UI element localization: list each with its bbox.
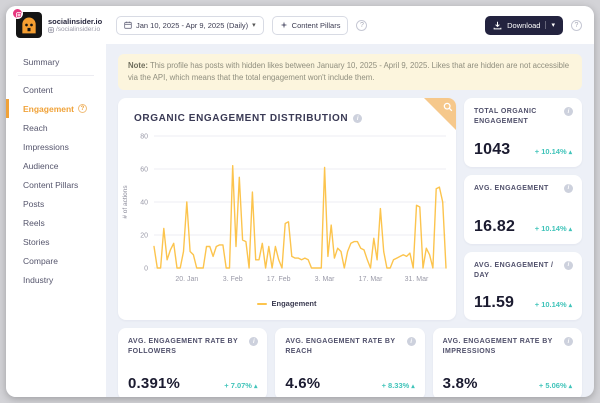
note-text: This profile has posts with hidden likes… xyxy=(128,61,570,83)
svg-text:20. Jan: 20. Jan xyxy=(175,276,198,283)
legend-label: Engagement xyxy=(271,299,317,309)
svg-text:3. Feb: 3. Feb xyxy=(223,276,243,283)
sidebar-item-engagement[interactable]: Engagement ? xyxy=(6,99,106,118)
sidebar-item-summary[interactable]: Summary xyxy=(6,52,106,71)
info-icon[interactable]: i xyxy=(564,183,573,193)
stat-card-avg-engagement: AVG. ENGAGEMENT i 16.82 + 10.14% ▴ xyxy=(464,174,582,244)
svg-text:17. Feb: 17. Feb xyxy=(267,276,291,283)
stat-value: 11.59 xyxy=(474,294,515,312)
chart-zoom-corner[interactable] xyxy=(424,98,456,131)
svg-text:# of actions: # of actions xyxy=(122,185,129,219)
hidden-likes-note: Note: This profile has posts with hidden… xyxy=(118,54,582,91)
search-icon xyxy=(443,102,453,112)
svg-text:20: 20 xyxy=(140,233,148,240)
trend-up-icon: ▴ xyxy=(568,148,572,156)
stat-card-rate-by-reach: AVG. ENGAGEMENT RATE BY REACH i 4.6% + 8… xyxy=(275,328,425,397)
sidebar-item-reach[interactable]: Reach xyxy=(6,118,106,137)
stat-delta: + 5.06% ▴ xyxy=(538,381,572,391)
engagement-chart[interactable]: 0 20 40 60 80 20. Jan 3. Feb 17. Feb 3. Mar 17. M… xyxy=(118,126,456,292)
profile-avatar xyxy=(12,8,42,38)
main-content: Note: This profile has posts with hidden… xyxy=(106,44,594,397)
svg-text:40: 40 xyxy=(140,200,148,207)
stat-delta: + 8.33% ▴ xyxy=(381,381,415,391)
engagement-distribution-card: ORGANIC ENGAGEMENT DISTRIBUTION i 0 20 40 6… xyxy=(118,98,456,321)
stat-card-total-organic-engagement: TOTAL ORGANIC ENGAGEMENT i 1043 + 10.14%… xyxy=(464,98,582,167)
app-window: socialinsider.io /socialinsider.io Jan 1… xyxy=(6,6,594,397)
legend-item-engagement[interactable]: Engagement xyxy=(118,299,456,308)
stat-card-rate-by-impressions: AVG. ENGAGEMENT RATE BY IMPRESSIONS i 3.… xyxy=(432,328,582,397)
stat-card-rate-by-followers: AVG. ENGAGEMENT RATE BY FOLLOWERS i 0.39… xyxy=(118,328,268,397)
profile-handle: /socialinsider.io xyxy=(56,26,101,34)
stat-card-avg-engagement-day: AVG. ENGAGEMENT / DAY i 11.59 + 10.14% ▴ xyxy=(464,251,582,321)
svg-text:0: 0 xyxy=(144,266,148,273)
note-prefix: Note: xyxy=(128,61,148,70)
stat-delta: + 10.14% ▴ xyxy=(534,300,572,310)
legend-line-icon xyxy=(257,302,268,305)
download-caret-icon: ▾ xyxy=(545,21,555,29)
stat-delta: + 7.07% ▴ xyxy=(224,381,258,391)
trend-up-icon: ▴ xyxy=(411,383,415,391)
chart-title: ORGANIC ENGAGEMENT DISTRIBUTION xyxy=(134,113,349,125)
info-icon[interactable]: i xyxy=(353,114,363,124)
help-icon[interactable]: ? xyxy=(78,104,88,113)
mascot-logo-icon xyxy=(22,17,36,34)
stat-delta: + 10.14% ▴ xyxy=(534,223,572,233)
stat-value: 4.6% xyxy=(285,375,321,393)
stat-delta: + 10.14% ▴ xyxy=(534,146,572,156)
kpi-column: TOTAL ORGANIC ENGAGEMENT i 1043 + 10.14%… xyxy=(464,98,582,321)
info-icon[interactable]: i xyxy=(564,260,573,270)
trend-up-icon: ▴ xyxy=(568,383,572,391)
download-button[interactable]: Download ▾ xyxy=(485,15,563,35)
stat-value: 3.8% xyxy=(442,375,478,393)
sidebar: Summary Content Engagement ? Reach Impre… xyxy=(6,44,106,397)
download-icon xyxy=(493,21,502,29)
trend-up-icon: ▴ xyxy=(254,383,258,391)
content-pillars-button[interactable]: Content Pillars xyxy=(271,15,349,35)
svg-text:60: 60 xyxy=(140,167,148,174)
svg-text:31. Mar: 31. Mar xyxy=(405,276,429,283)
sidebar-item-compare[interactable]: Compare xyxy=(6,251,106,270)
stat-value: 1043 xyxy=(474,140,511,158)
sidebar-item-impressions[interactable]: Impressions xyxy=(6,137,106,156)
chevron-down-icon: ▾ xyxy=(252,22,256,29)
sidebar-item-reels[interactable]: Reels xyxy=(6,213,106,232)
rate-cards-row: AVG. ENGAGEMENT RATE BY FOLLOWERS i 0.39… xyxy=(118,328,582,397)
profile-selector[interactable]: socialinsider.io /socialinsider.io xyxy=(12,8,108,38)
sidebar-divider xyxy=(18,75,94,76)
stat-value: 16.82 xyxy=(474,217,516,235)
top-bar: socialinsider.io /socialinsider.io Jan 1… xyxy=(6,6,594,44)
help-icon[interactable]: ? xyxy=(356,19,368,31)
trend-up-icon: ▴ xyxy=(568,225,572,233)
trend-up-icon: ▴ xyxy=(568,302,572,310)
svg-text:17. Mar: 17. Mar xyxy=(359,276,383,283)
sparkle-icon xyxy=(280,21,288,29)
sidebar-item-audience[interactable]: Audience xyxy=(6,156,106,175)
calendar-icon xyxy=(124,21,132,29)
info-icon[interactable]: i xyxy=(406,337,416,347)
instagram-icon xyxy=(48,26,54,33)
sidebar-item-industry[interactable]: Industry xyxy=(6,270,106,289)
date-range-label: Jan 10, 2025 - Apr 9, 2025 (Daily) xyxy=(136,20,249,30)
content-pillars-label: Content Pillars xyxy=(291,20,341,30)
sidebar-item-posts[interactable]: Posts xyxy=(6,194,106,213)
sidebar-item-stories[interactable]: Stories xyxy=(6,232,106,251)
svg-text:80: 80 xyxy=(140,134,148,141)
sidebar-item-content[interactable]: Content xyxy=(6,80,106,99)
svg-text:3. Mar: 3. Mar xyxy=(315,276,336,283)
sidebar-item-content-pillars[interactable]: Content Pillars xyxy=(6,175,106,194)
download-label: Download xyxy=(507,20,541,30)
date-range-picker[interactable]: Jan 10, 2025 - Apr 9, 2025 (Daily) ▾ xyxy=(116,15,264,35)
profile-name: socialinsider.io xyxy=(48,16,103,26)
stat-value: 0.391% xyxy=(128,375,181,393)
instagram-badge-icon xyxy=(12,8,23,19)
help-icon[interactable]: ? xyxy=(571,19,582,31)
